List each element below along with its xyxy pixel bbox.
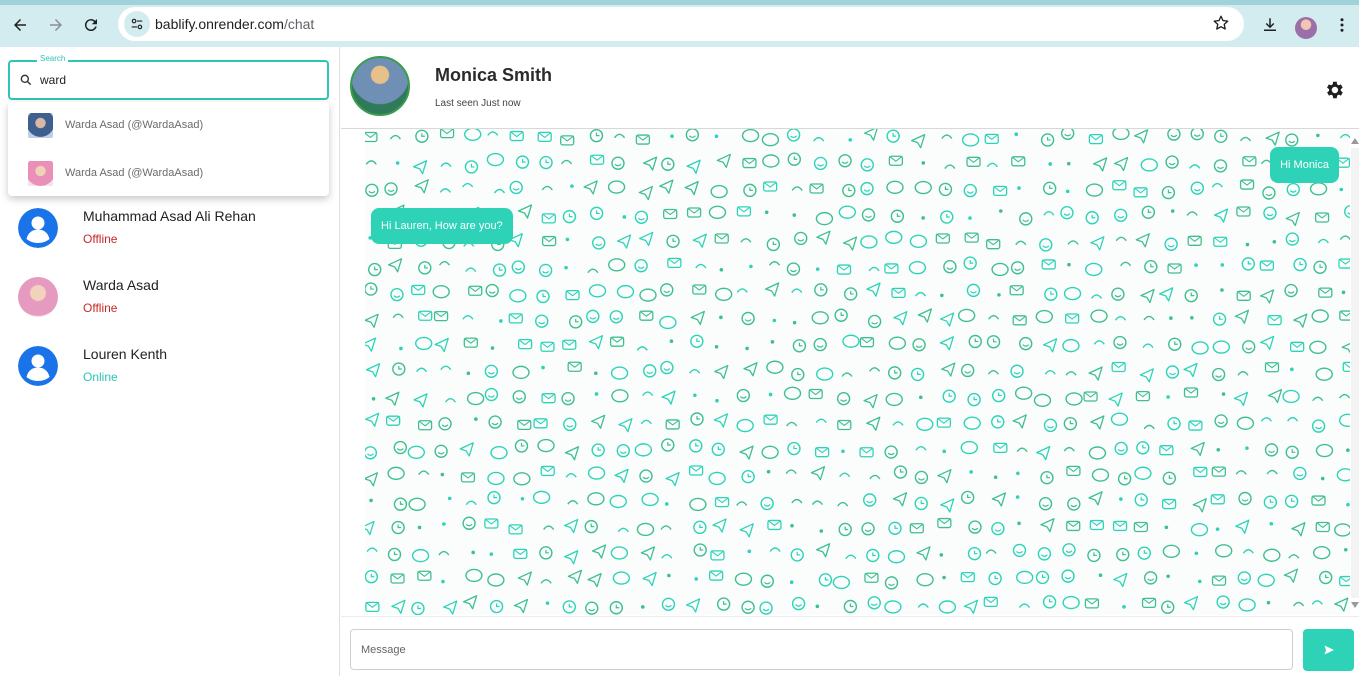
message-input[interactable] xyxy=(350,629,1293,670)
scroll-up-arrow-icon[interactable] xyxy=(1351,138,1359,144)
url-text: bablify.onrender.com/chat xyxy=(155,16,314,32)
chat-contact-name: Monica Smith xyxy=(435,65,553,85)
contact-name: Warda Asad xyxy=(83,277,159,293)
last-seen-text: Last seen Just now xyxy=(435,98,521,109)
message-composer xyxy=(341,616,1359,676)
download-icon[interactable] xyxy=(1257,12,1283,38)
profile-avatar[interactable] xyxy=(1295,17,1317,39)
star-icon[interactable] xyxy=(1212,14,1230,37)
sidebar: Search Warda Asad (@WardaAsad) Warda Asa… xyxy=(0,47,340,676)
contact-item[interactable]: Louren Kenth Online xyxy=(0,346,340,406)
contact-name: Muhammad Asad Ali Rehan xyxy=(83,208,256,224)
search-icon xyxy=(19,73,33,92)
avatar xyxy=(28,160,53,186)
url-path: /chat xyxy=(283,16,315,32)
browser-toolbar: bablify.onrender.com/chat xyxy=(0,0,1359,47)
suggestion-label: Warda Asad (@WardaAsad) xyxy=(65,167,204,179)
chat-header: Monica Smith Last seen Just now xyxy=(341,47,1359,129)
message-bubble-outgoing: Hi Monica xyxy=(1270,147,1339,183)
search-field[interactable]: Search xyxy=(8,54,329,100)
contact-name: Louren Kenth xyxy=(83,346,168,362)
chat-background-pattern xyxy=(365,129,1350,615)
message-bubble-incoming: Hi Lauren, How are you? xyxy=(371,208,513,244)
suggestion-label: Warda Asad (@WardaAsad) xyxy=(65,119,204,131)
url-host: bablify.onrender.com xyxy=(155,16,284,32)
forward-icon[interactable] xyxy=(43,12,69,38)
messages-area: Hi Lauren, How are you? Hi Monica xyxy=(365,129,1350,615)
contact-status: Offline xyxy=(83,301,118,315)
contact-item[interactable]: Warda Asad Offline xyxy=(0,277,340,337)
scrollbar[interactable] xyxy=(1351,148,1359,598)
send-icon xyxy=(1324,645,1334,655)
search-label: Search xyxy=(37,54,69,63)
avatar xyxy=(18,277,58,317)
suggestion-item[interactable]: Warda Asad (@WardaAsad) xyxy=(8,102,329,148)
menu-icon[interactable] xyxy=(1329,12,1355,38)
avatar xyxy=(28,112,53,138)
send-button[interactable] xyxy=(1303,629,1354,671)
back-icon[interactable] xyxy=(7,12,33,38)
contact-item[interactable]: Muhammad Asad Ali Rehan Offline xyxy=(0,208,340,268)
scroll-down-arrow-icon[interactable] xyxy=(1351,602,1359,608)
default-user-avatar xyxy=(18,208,58,248)
default-user-avatar xyxy=(18,346,58,386)
reload-icon[interactable] xyxy=(78,12,104,38)
search-input[interactable] xyxy=(40,71,310,89)
address-bar[interactable]: bablify.onrender.com/chat xyxy=(118,7,1244,41)
avatar[interactable] xyxy=(350,56,410,116)
site-settings-icon[interactable] xyxy=(124,11,150,37)
gear-icon[interactable] xyxy=(1323,79,1345,106)
suggestion-item[interactable]: Warda Asad (@WardaAsad) xyxy=(8,150,329,196)
search-suggestions: Warda Asad (@WardaAsad) Warda Asad (@War… xyxy=(8,102,329,196)
contact-status: Online xyxy=(83,370,118,384)
contact-status: Offline xyxy=(83,232,118,246)
